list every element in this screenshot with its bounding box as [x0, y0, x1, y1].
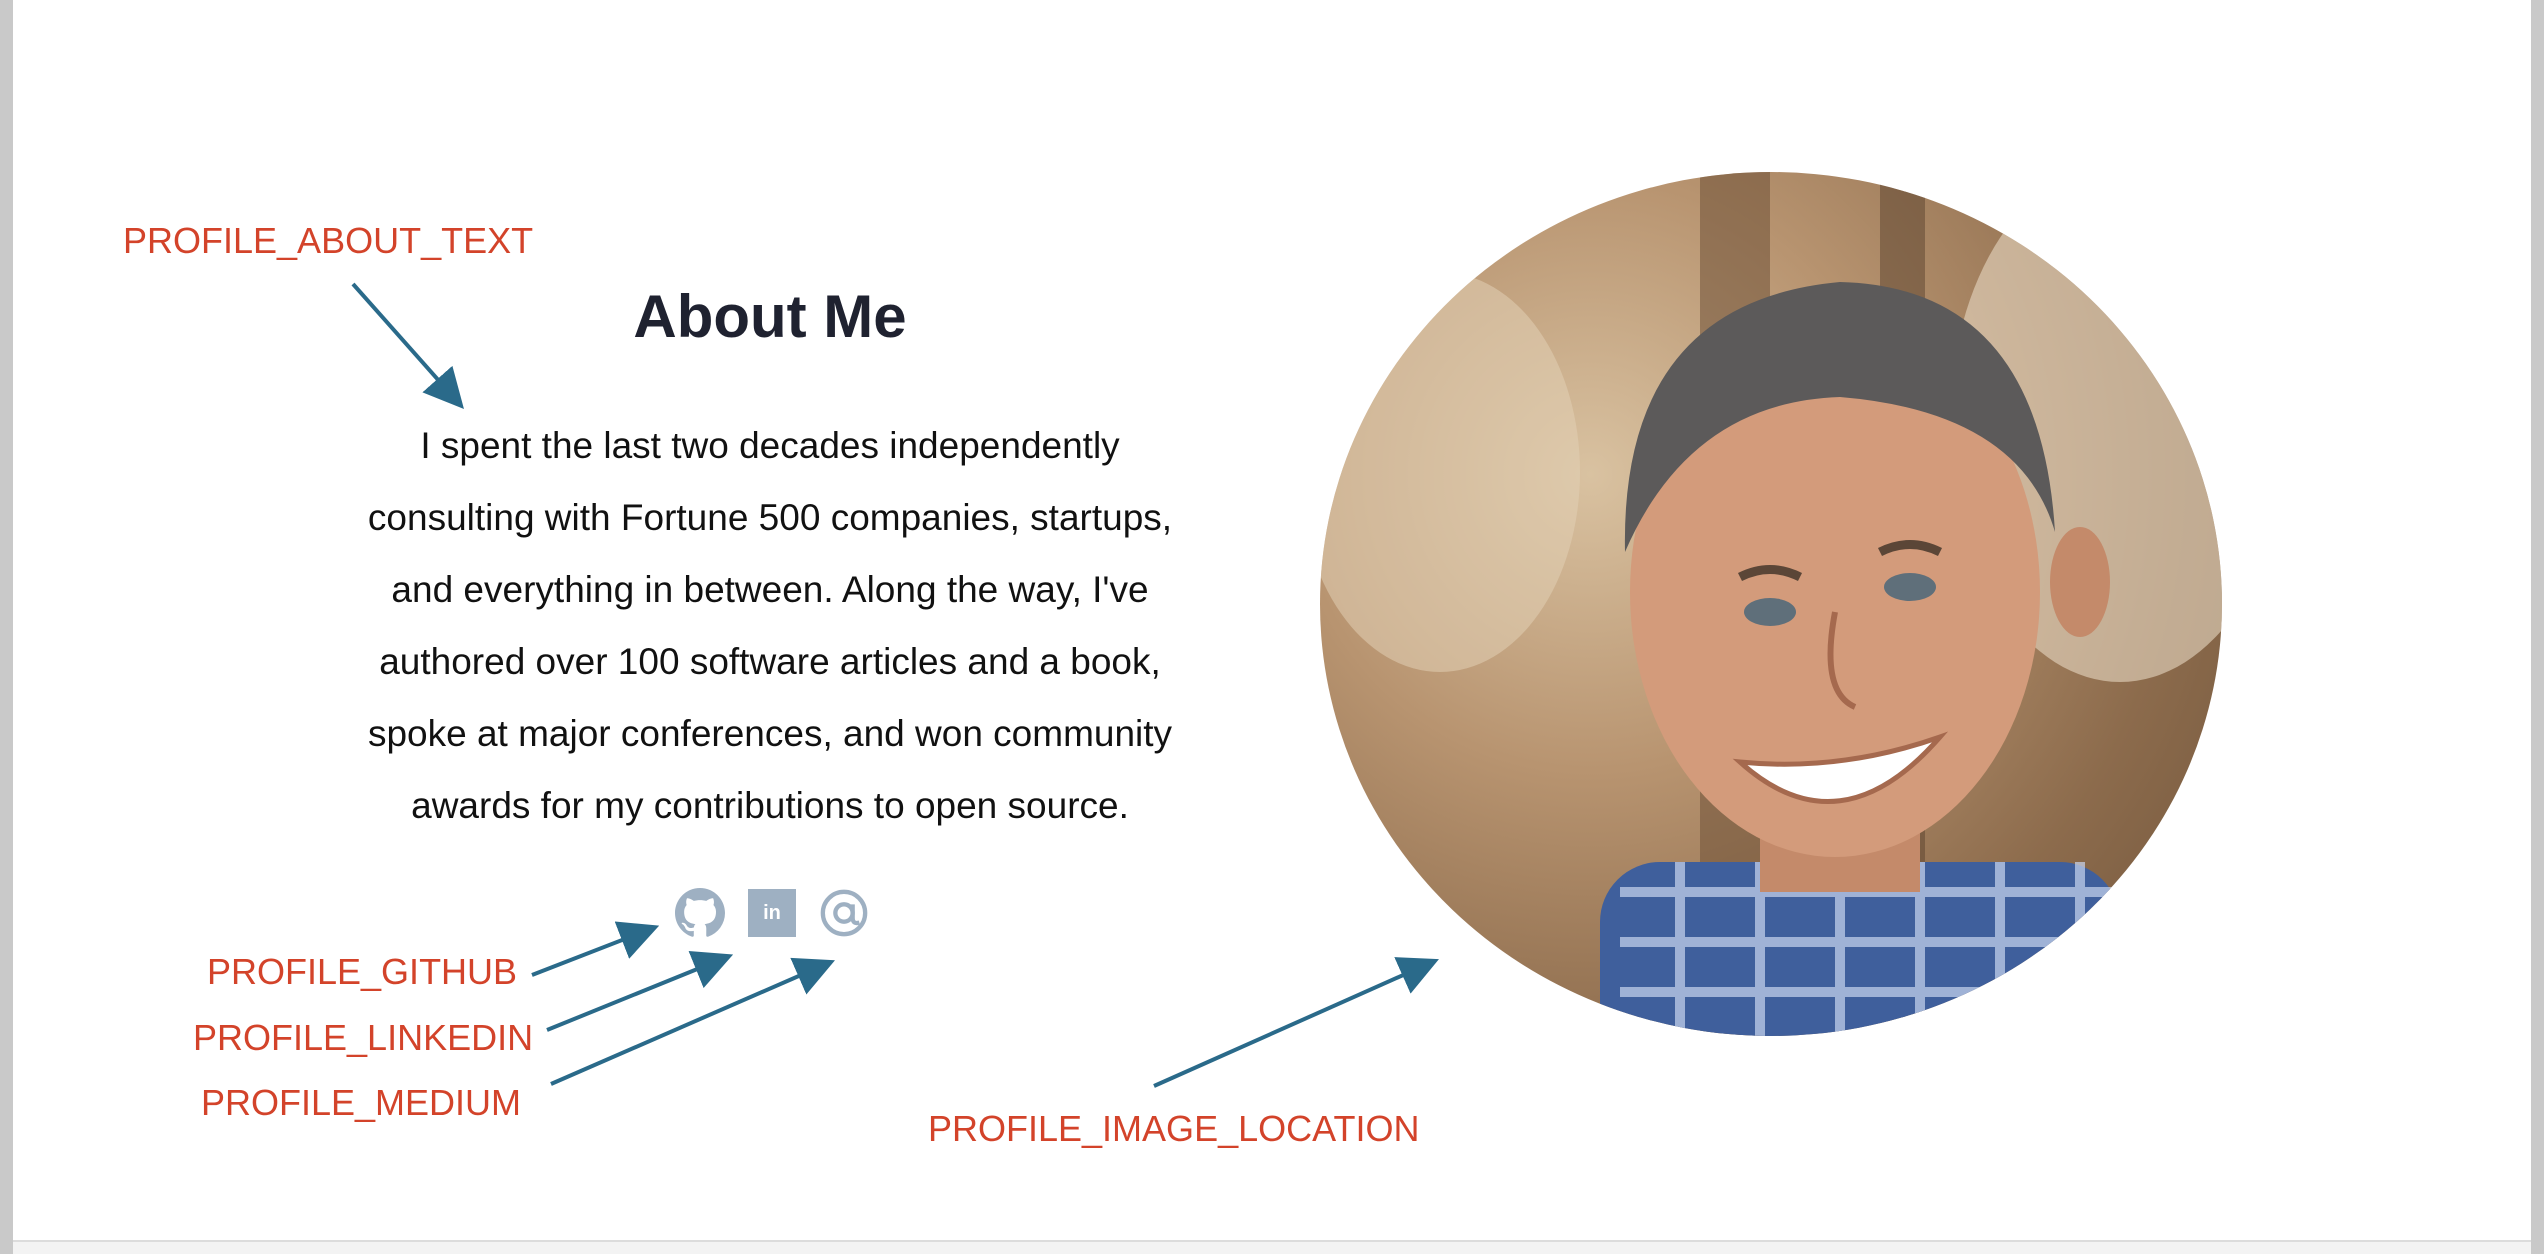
window-left-border — [0, 0, 13, 1254]
arrow-medium — [550, 957, 836, 1086]
window-bottom-border — [13, 1240, 2531, 1254]
arrow-linkedin — [546, 950, 734, 1032]
annotation-profile-image-location: PROFILE_IMAGE_LOCATION — [928, 1108, 1420, 1149]
about-line: authored over 100 software articles and … — [379, 641, 1161, 682]
profile-photo-illustration — [1320, 172, 2222, 1036]
annotation-profile-github: PROFILE_GITHUB — [207, 951, 518, 992]
linkedin-icon: in — [763, 902, 781, 924]
arrow-github — [531, 921, 660, 977]
github-link[interactable] — [675, 888, 725, 938]
about-line: spoke at major conferences, and won comm… — [367, 713, 1173, 754]
email-link[interactable] — [818, 888, 870, 938]
profile-photo — [1320, 172, 2222, 1036]
email-at-icon — [820, 889, 868, 937]
about-line: and everything in between. Along the way… — [391, 569, 1149, 610]
about-text: I spent the last two decades independent… — [320, 410, 1220, 842]
about-line: consulting with Fortune 500 companies, s… — [367, 497, 1173, 538]
about-heading: About Me — [633, 283, 907, 350]
about-line: I spent the last two decades independent… — [420, 425, 1120, 466]
annotation-profile-medium: PROFILE_MEDIUM — [201, 1082, 522, 1123]
about-line: awards for my contributions to open sour… — [411, 785, 1129, 826]
linkedin-link[interactable]: in — [748, 889, 796, 937]
arrow-image — [1153, 957, 1439, 1088]
github-icon — [675, 888, 725, 937]
annotation-profile-linkedin: PROFILE_LINKEDIN — [193, 1017, 534, 1058]
annotation-profile-about-text: PROFILE_ABOUT_TEXT — [123, 220, 534, 261]
window-right-border — [2531, 0, 2544, 1254]
